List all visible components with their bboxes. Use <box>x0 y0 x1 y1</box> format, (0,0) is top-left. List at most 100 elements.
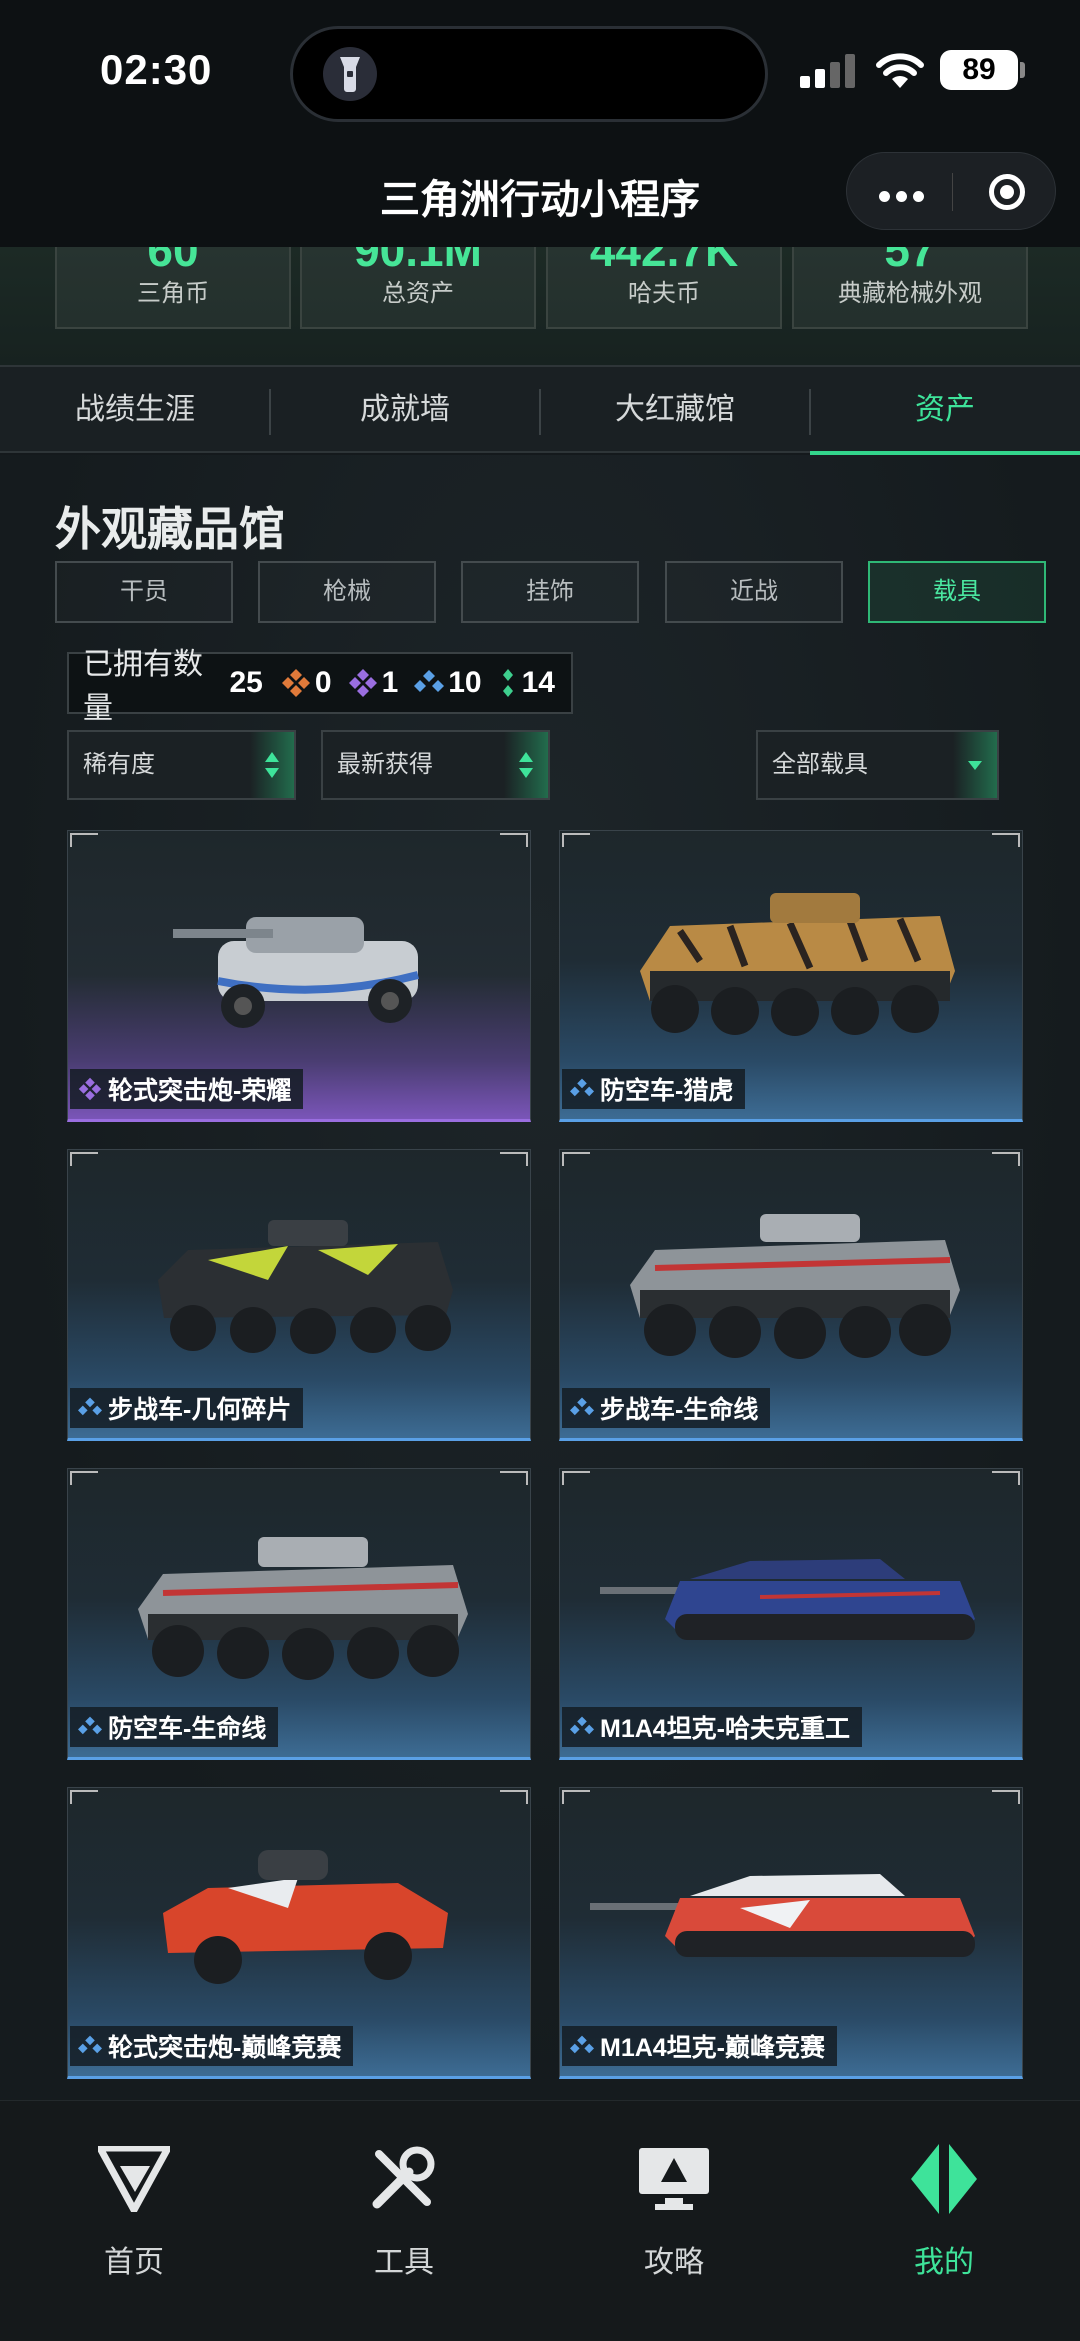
blue-diamond-icon <box>570 1397 594 1416</box>
stat-label: 典藏枪械外观 <box>838 280 982 307</box>
mini-program-title-bar: 三角洲行动小程序 <box>0 145 1080 247</box>
stat-card-total-assets: 90.1M 总资产 <box>300 247 536 329</box>
vehicle-name: 轮式突击炮-巅峰竞赛 <box>108 2034 342 2062</box>
nav-label: 攻略 <box>644 2246 704 2279</box>
vehicle-name: M1A4坦克-巅峰竞赛 <box>600 2034 826 2062</box>
filter-chip-guns[interactable]: 枪械 <box>258 561 436 623</box>
rarity-count-legendary: 0 <box>281 666 332 700</box>
vehicle-name-badge: 轮式突击炮-巅峰竞赛 <box>70 2026 354 2066</box>
nav-profile[interactable]: 我的 <box>854 2139 1034 2281</box>
section-title: 外观藏品馆 <box>55 503 285 555</box>
rarity-count-value: 10 <box>448 666 482 699</box>
vehicle-name: 防空车-猎虎 <box>600 1077 734 1105</box>
blue-diamond-icon <box>570 1716 594 1735</box>
vehicle-name-badge: 步战车-生命线 <box>562 1388 771 1428</box>
blue-diamond-icon <box>570 2035 594 2054</box>
filter-chip-vehicles[interactable]: 载具 <box>868 561 1046 623</box>
blue-diamond-icon <box>78 2035 102 2054</box>
select-value: 全部载具 <box>772 751 868 778</box>
stat-label: 总资产 <box>382 280 454 307</box>
vehicle-name: M1A4坦克-哈夫克重工 <box>600 1715 851 1743</box>
select-value: 稀有度 <box>83 751 155 778</box>
vehicle-name-badge: M1A4坦克-哈夫克重工 <box>562 1707 863 1747</box>
dynamic-island <box>290 26 768 122</box>
vehicle-name: 步战车-生命线 <box>600 1396 759 1424</box>
owned-count-label: 已拥有数量 <box>83 648 203 725</box>
status-time: 02:30 <box>100 46 213 93</box>
skin-collection-section: 外观藏品馆 干员 枪械 挂饰 近战 载具 已拥有数量 25 0 1 10 14 … <box>0 455 1080 2100</box>
vehicle-category-select[interactable]: 全部载具 <box>756 730 999 800</box>
sort-updown-icon <box>250 732 294 798</box>
rarity-count-value: 1 <box>381 666 399 699</box>
vehicle-name: 步战车-几何碎片 <box>108 1396 292 1424</box>
rarity-count-common: 14 <box>498 666 555 700</box>
wifi-icon <box>876 53 924 88</box>
chevron-down-icon <box>953 732 997 798</box>
vehicle-card[interactable]: 轮式突击炮-巅峰竞赛 <box>67 1787 531 2079</box>
nav-label: 工具 <box>374 2246 434 2279</box>
battery-indicator: 89 <box>940 50 1018 90</box>
vehicle-card[interactable]: 防空车-生命线 <box>67 1468 531 1760</box>
close-mini-program-icon[interactable] <box>989 174 1025 210</box>
vehicle-name: 轮式突击炮-荣耀 <box>108 1077 292 1105</box>
vehicle-card[interactable]: 步战车-生命线 <box>559 1149 1023 1441</box>
vehicle-name-badge: 步战车-几何碎片 <box>70 1388 304 1428</box>
stat-card-haf-coin: 442.7K 哈夫币 <box>546 247 782 329</box>
filter-chip-charms[interactable]: 挂饰 <box>461 561 639 623</box>
vehicle-card[interactable]: 轮式突击炮-荣耀 <box>67 830 531 1122</box>
rarity-count-value: 14 <box>521 666 555 699</box>
profile-tabs: 战绩生涯 成就墙 大红藏馆 资产 <box>0 365 1080 455</box>
flashlight-icon <box>323 47 377 101</box>
tab-red-collection[interactable]: 大红藏馆 <box>540 367 810 453</box>
vehicle-card[interactable]: M1A4坦克-哈夫克重工 <box>559 1468 1023 1760</box>
profile-logo-icon <box>854 2139 1034 2219</box>
recent-sort-select[interactable]: 最新获得 <box>321 730 550 800</box>
stat-label: 哈夫币 <box>628 280 700 307</box>
select-value: 最新获得 <box>337 751 433 778</box>
capsule-divider <box>952 173 953 211</box>
stat-card-delta-coin: 60 三角币 <box>55 247 291 329</box>
filter-chip-melee[interactable]: 近战 <box>665 561 843 623</box>
battery-tip <box>1020 62 1025 78</box>
orange-diamond-icon <box>281 669 310 697</box>
purple-diamond-icon <box>348 669 377 697</box>
purple-diamond-icon <box>78 1077 102 1101</box>
blue-diamond-icon <box>78 1397 102 1416</box>
vehicle-name-badge: 防空车-生命线 <box>70 1707 279 1747</box>
stat-card-collection-skins: 57 典藏枪械外观 <box>792 247 1028 329</box>
nav-label: 我的 <box>914 2246 974 2279</box>
status-bar: 02:30 89 <box>0 0 1080 145</box>
owned-count-value: 25 <box>229 666 263 699</box>
vehicle-name-badge: 轮式突击炮-荣耀 <box>70 1069 304 1109</box>
rarity-count-value: 0 <box>314 666 332 699</box>
green-diamond-icon <box>502 669 513 697</box>
rarity-sort-select[interactable]: 稀有度 <box>67 730 296 800</box>
rarity-count-rare: 10 <box>414 666 482 700</box>
mini-program-capsule <box>846 152 1056 230</box>
nav-tools[interactable]: 工具 <box>314 2139 494 2281</box>
more-options-icon[interactable] <box>879 189 930 207</box>
tools-icon <box>314 2139 494 2219</box>
asset-stats-strip: 60 三角币 90.1M 总资产 442.7K 哈夫币 57 典藏枪械外观 <box>0 247 1080 365</box>
sort-updown-icon <box>504 732 548 798</box>
stat-label: 三角币 <box>137 280 209 307</box>
tab-achievement-wall[interactable]: 成就墙 <box>270 367 540 453</box>
guide-monitor-icon <box>584 2139 764 2219</box>
nav-home[interactable]: 首页 <box>44 2139 224 2281</box>
owned-count-summary: 已拥有数量 25 0 1 10 14 <box>67 648 573 725</box>
vehicle-name-badge: M1A4坦克-巅峰竞赛 <box>562 2026 838 2066</box>
tab-career-record[interactable]: 战绩生涯 <box>0 367 270 453</box>
vehicle-card[interactable]: M1A4坦克-巅峰竞赛 <box>559 1787 1023 2079</box>
nav-guide[interactable]: 攻略 <box>584 2139 764 2281</box>
vehicle-name: 防空车-生命线 <box>108 1715 267 1743</box>
vehicle-card[interactable]: 步战车-几何碎片 <box>67 1149 531 1441</box>
home-g-logo-icon <box>44 2139 224 2219</box>
blue-diamond-icon <box>414 670 445 692</box>
blue-diamond-icon <box>570 1078 594 1097</box>
vehicle-card[interactable]: 防空车-猎虎 <box>559 830 1023 1122</box>
filter-chip-operators[interactable]: 干员 <box>55 561 233 623</box>
nav-label: 首页 <box>104 2246 164 2279</box>
cellular-signal-icon <box>800 54 855 88</box>
rarity-count-epic: 1 <box>348 666 399 700</box>
tab-assets[interactable]: 资产 <box>810 367 1080 453</box>
